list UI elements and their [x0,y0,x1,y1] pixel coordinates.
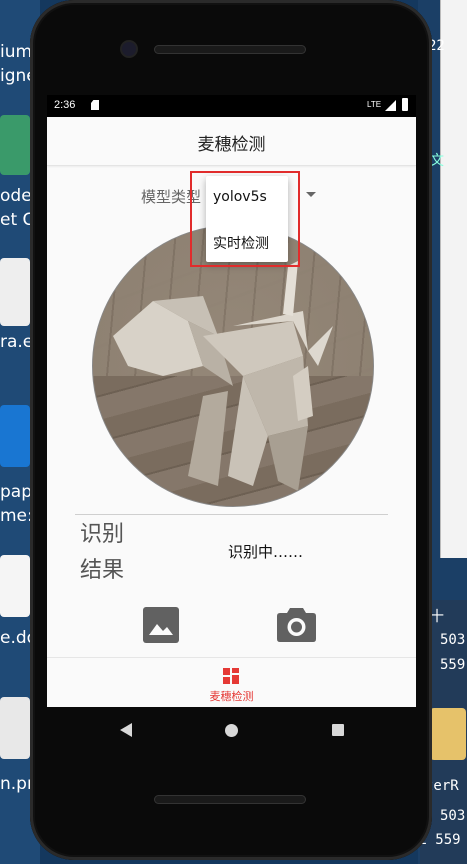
battery-icon [402,98,408,111]
dashboard-icon[interactable] [223,668,239,684]
desktop-icon-2[interactable] [0,258,30,326]
section-divider [75,514,388,515]
phone-frame: 2:36 LTE 麦穗检测 模型类型 识别结果 识别中…… 麦穗检测 yolov… [30,0,432,860]
bottom-navigation: 麦穗检测 [47,657,416,707]
desktop-label: pap [0,482,32,502]
dropdown-arrow-icon[interactable] [306,192,316,197]
desktop-right-label: 十 [430,609,444,625]
nav-item-label[interactable]: 麦穗检测 [47,688,416,704]
desktop-label: ium [0,42,33,62]
desktop-icon-5[interactable] [0,697,30,759]
camera-icon [277,608,316,642]
desktop-label: ra.e [0,332,34,352]
desktop-folder-icon[interactable] [430,708,466,760]
android-recents-button[interactable] [332,724,344,736]
result-label: 识别结果 [80,522,125,583]
network-type: LTE [367,100,382,109]
android-back-button[interactable] [120,723,132,737]
desktop-label: ode [0,186,32,206]
desktop-icon-3[interactable] [0,405,30,467]
app-bar: 麦穗检测 [47,117,416,166]
page-title: 麦穗检测 [197,135,266,155]
gallery-button[interactable] [143,607,179,643]
top-speaker [154,45,306,54]
camera-button[interactable] [277,606,316,642]
front-camera [122,42,136,56]
model-dropdown-menu: yolov5s 实时检测 [206,176,288,262]
dropdown-option-realtime[interactable]: 实时检测 [213,233,269,253]
desktop-right-label: 文 [430,153,444,169]
bottom-speaker [154,795,306,804]
desktop-label: me: [0,506,33,526]
low-poly-dog-image [113,261,333,491]
image-icon [149,624,173,635]
status-bar: 2:36 LTE [47,95,416,117]
desktop-right-label: 559 [440,657,466,673]
desktop-icon-4[interactable] [0,555,30,617]
desktop-side-panel [440,0,467,558]
android-home-button[interactable] [225,724,238,737]
desktop-right-label: 503 [440,808,466,824]
signal-icon [385,100,396,111]
sd-card-icon [91,100,99,110]
desktop-label: n.pr [0,774,34,794]
image-preview [92,225,374,507]
desktop-icon-1[interactable] [0,115,30,175]
result-value: 识别中…… [228,543,304,561]
dropdown-option-yolov5s[interactable]: yolov5s [213,189,267,205]
model-type-label: 模型类型 [141,188,202,206]
desktop-right-label: 503 [440,632,466,648]
status-time: 2:36 [54,99,76,111]
